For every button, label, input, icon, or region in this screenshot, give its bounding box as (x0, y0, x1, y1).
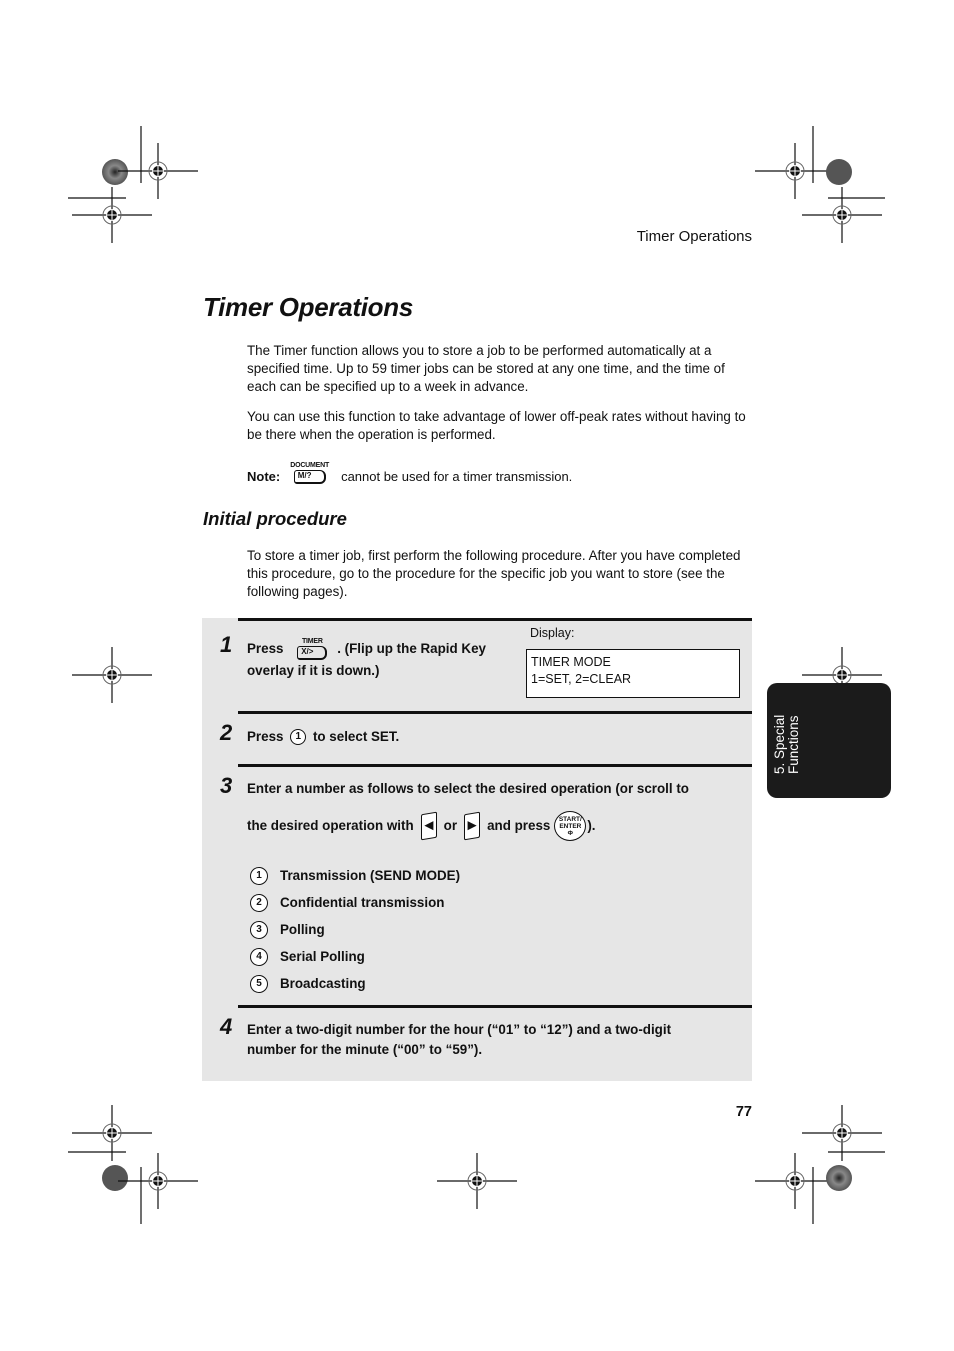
step-2-text: Press 1 to select SET. (247, 726, 399, 748)
page-title: Timer Operations (203, 292, 414, 322)
display-line: 1=SET, 2=CLEAR (531, 672, 632, 686)
list-item: 4 Serial Polling (250, 943, 460, 970)
step-3-line2: the desired operation with ◀ or ▶ and pr… (247, 811, 596, 841)
display-line: TIMER MODE (531, 655, 611, 669)
document-key-icon: DOCUMENT M/? (290, 462, 329, 484)
operation-list: 1 Transmission (SEND MODE) 2 Confidentia… (250, 862, 460, 997)
note-text: cannot be used for a timer transmission. (341, 469, 573, 484)
divider (238, 764, 752, 767)
divider (238, 1005, 752, 1008)
step-1-instruction: . (Flip up the Rapid Key (337, 641, 486, 656)
option-label: Polling (280, 922, 325, 937)
note: Note: DOCUMENT M/? cannot be used for a … (247, 462, 572, 484)
step-1-instruction-line2: overlay if it is down.) (247, 663, 380, 678)
intro-paragraph: The Timer function allows you to store a… (247, 343, 725, 394)
step-4-line2: number for the minute (“00” to “59”). (247, 1042, 483, 1057)
press-label: Press (247, 641, 284, 656)
note-label: Note: (247, 469, 281, 484)
chapter-tab-label: 5. Special Functions (772, 714, 801, 774)
key-label: X/> (297, 646, 328, 660)
chapter-tab[interactable]: 5. Special Functions (767, 683, 891, 798)
color-target-icon (102, 159, 128, 185)
page-number: 77 (735, 1104, 752, 1120)
step-number: 4 (220, 1014, 233, 1039)
step-3-text: the desired operation with (247, 818, 414, 833)
section-title: Initial procedure (203, 508, 347, 529)
divider (238, 711, 752, 714)
list-item: 5 Broadcasting (250, 970, 460, 997)
step-2-instruction: to select SET. (312, 729, 400, 744)
key-label: M/? (293, 470, 326, 484)
key-caption: DOCUMENT (290, 462, 330, 469)
left-arrow-key-icon: ◀ (420, 811, 437, 841)
display-label: Display: (530, 626, 575, 640)
key-caption: TIMER (301, 638, 323, 645)
divider (238, 618, 752, 621)
step-3-text: and press (487, 818, 551, 833)
step-number: 1 (220, 632, 233, 657)
list-item: 3 Polling (250, 916, 460, 943)
option-label: Confidential transmission (280, 895, 445, 910)
running-header: Timer Operations (636, 228, 752, 245)
lcd-display: TIMER MODE 1=SET, 2=CLEAR (526, 649, 740, 698)
step-3-line1: Enter a number as follows to select the … (247, 781, 689, 796)
option-label: Serial Polling (280, 949, 365, 964)
step-number: 3 (220, 773, 233, 798)
list-item: 2 Confidential transmission (250, 889, 460, 916)
number-key-icon: 4 (250, 947, 268, 966)
step-4-text: Enter a two-digit number for the hour (“… (247, 1020, 671, 1060)
list-item: 1 Transmission (SEND MODE) (250, 862, 460, 889)
key-1-icon: 1 (290, 729, 307, 746)
number-key-icon: 3 (250, 920, 268, 939)
or-text: or (443, 818, 458, 833)
press-label: Press (247, 729, 284, 744)
timer-key-icon: TIMER X/> (297, 638, 328, 660)
step-3-text: ). (587, 818, 596, 833)
number-key-icon: 1 (250, 866, 268, 885)
step-1-text: Press TIMER X/> . (Flip up the Rapid Key… (247, 638, 517, 682)
step-4-line1: Enter a two-digit number for the hour (“… (247, 1022, 672, 1037)
section-intro: To store a timer job, first perform the … (247, 548, 741, 599)
step-number: 2 (220, 720, 233, 745)
right-arrow-key-icon: ▶ (464, 811, 481, 841)
number-key-icon: 2 (250, 893, 268, 912)
start-enter-key-icon: START/ ENTER Φ (554, 811, 587, 841)
option-label: Transmission (SEND MODE) (280, 868, 461, 883)
number-key-icon: 5 (250, 974, 268, 993)
intro-paragraph: You can use this function to take advant… (247, 409, 746, 442)
option-label: Broadcasting (280, 976, 366, 991)
